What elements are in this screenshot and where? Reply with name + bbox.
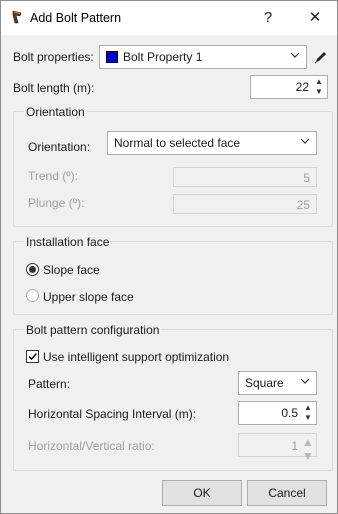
pattern-value: Square [245, 376, 284, 390]
hv-ratio-label: Horizontal/Vertical ratio: [28, 439, 155, 453]
trend-value: 5 [303, 171, 310, 185]
bolt-length-spinbox[interactable]: 22 ▲ ▼ [250, 75, 328, 99]
bolt-app-icon [12, 10, 22, 24]
spin-up-icon: ▲ [302, 435, 314, 449]
pattern-label: Pattern: [28, 377, 71, 391]
dialog-title: Add Bolt Pattern [30, 11, 122, 25]
bolt-length-label: Bolt length (m): [13, 81, 95, 95]
orientation-label: Orientation: [28, 140, 91, 154]
chevron-down-icon [300, 138, 310, 144]
plunge-field: 25 [173, 194, 317, 214]
bolt-properties-dropdown[interactable]: Bolt Property 1 [99, 45, 307, 69]
checkbox-checked-icon[interactable] [26, 350, 39, 363]
trend-label: Trend (º): [28, 169, 78, 183]
orientation-dropdown[interactable]: Normal to selected face [107, 131, 317, 155]
orientation-value: Normal to selected face [114, 136, 241, 150]
hv-ratio-spinbox: 1 ▲ ▼ [238, 433, 317, 463]
hv-ratio-value: 1 [291, 439, 298, 453]
close-button[interactable]: ✕ [297, 3, 333, 33]
cancel-button[interactable]: Cancel [247, 480, 327, 506]
trend-field: 5 [173, 167, 317, 187]
bolt-properties-value: Bolt Property 1 [123, 50, 203, 64]
title-bar: Add Bolt Pattern ? ✕ [1, 1, 337, 35]
radio-slope-face-label[interactable]: Slope face [43, 263, 100, 277]
bolt-length-value: 22 [295, 80, 309, 94]
chevron-down-icon [290, 52, 300, 58]
installation-face-group-title: Installation face [24, 235, 112, 249]
optimization-label[interactable]: Use intelligent support optimization [43, 350, 229, 364]
bolt-pattern-group-title: Bolt pattern configuration [24, 323, 162, 337]
ok-button[interactable]: OK [162, 480, 242, 506]
bolt-color-swatch [106, 51, 118, 63]
h-spacing-spinbox[interactable]: 0.5 ▲ ▼ [238, 401, 317, 425]
help-button[interactable]: ? [253, 3, 283, 33]
edit-pencil-icon[interactable] [313, 49, 329, 65]
dialog-window: Add Bolt Pattern ? ✕ Bolt properties: Bo… [0, 0, 338, 514]
plunge-label: Plunge (º): [28, 196, 85, 210]
spin-down-icon[interactable]: ▼ [313, 87, 325, 97]
spin-down-icon: ▼ [302, 449, 314, 463]
chevron-down-icon [300, 378, 310, 384]
orientation-group-title: Orientation [24, 105, 87, 119]
radio-upper-slope-face-label[interactable]: Upper slope face [43, 290, 134, 304]
radio-unselected-icon[interactable] [26, 289, 39, 302]
spin-up-icon[interactable]: ▲ [313, 77, 325, 87]
radio-selected-icon[interactable] [26, 263, 39, 276]
spin-up-icon[interactable]: ▲ [302, 403, 314, 413]
spin-down-icon[interactable]: ▼ [302, 413, 314, 423]
pattern-dropdown[interactable]: Square [238, 371, 317, 395]
h-spacing-label: Horizontal Spacing Interval (m): [28, 407, 197, 421]
bolt-properties-label: Bolt properties: [13, 50, 94, 64]
h-spacing-value: 0.5 [281, 406, 298, 420]
plunge-value: 25 [296, 198, 310, 212]
